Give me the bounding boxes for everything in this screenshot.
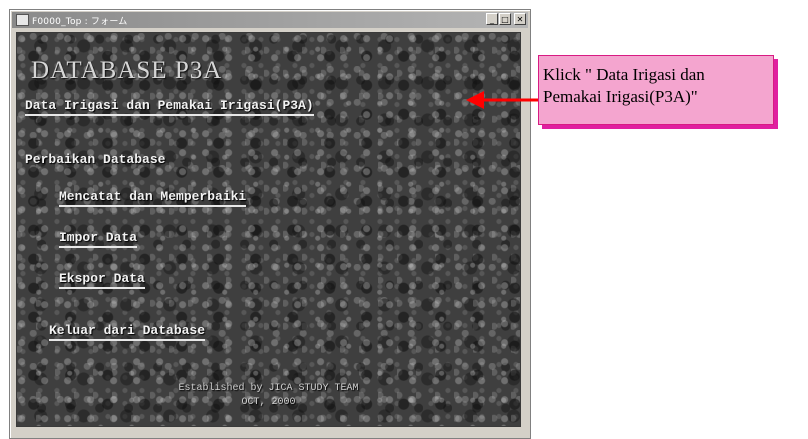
app-window: F0000_Top : フォーム _ □ ✕ DATABASE P3A Data… bbox=[9, 9, 531, 439]
callout-text: Klick " Data Irigasi dan Pemakai Irigasi… bbox=[543, 64, 771, 108]
ekspor-data-link[interactable]: Ekspor Data bbox=[59, 271, 145, 289]
close-button[interactable]: ✕ bbox=[514, 13, 526, 25]
window-title: F0000_Top : フォーム bbox=[32, 16, 128, 27]
footer-credit: Established by JICA STUDY TEAM bbox=[178, 383, 359, 394]
data-irigasi-link[interactable]: Data Irigasi dan Pemakai Irigasi(P3A) bbox=[25, 98, 314, 116]
keluar-link[interactable]: Keluar dari Database bbox=[49, 323, 206, 341]
status-bar bbox=[16, 427, 521, 435]
callout-arrow-icon bbox=[466, 91, 540, 109]
minimize-button[interactable]: _ bbox=[486, 13, 498, 25]
mencatat-link[interactable]: Mencatat dan Memperbaiki bbox=[59, 189, 247, 207]
impor-data-link[interactable]: Impor Data bbox=[59, 230, 138, 248]
main-menu-panel: DATABASE P3A Data Irigasi dan Pemakai Ir… bbox=[16, 32, 521, 427]
callout-line-2: Pemakai Irigasi(P3A)" bbox=[543, 87, 698, 106]
instruction-callout: Klick " Data Irigasi dan Pemakai Irigasi… bbox=[538, 55, 774, 125]
title-bar[interactable]: F0000_Top : フォーム _ □ ✕ bbox=[12, 12, 528, 28]
perbaikan-database-label: Perbaikan Database bbox=[25, 152, 166, 167]
footer-date: OCT, 2000 bbox=[241, 397, 296, 408]
database-title: DATABASE P3A bbox=[31, 57, 223, 84]
window-controls: _ □ ✕ bbox=[486, 13, 526, 25]
maximize-button[interactable]: □ bbox=[499, 13, 511, 25]
callout-line-1: Klick " Data Irigasi dan bbox=[543, 65, 705, 84]
form-icon bbox=[16, 14, 29, 26]
